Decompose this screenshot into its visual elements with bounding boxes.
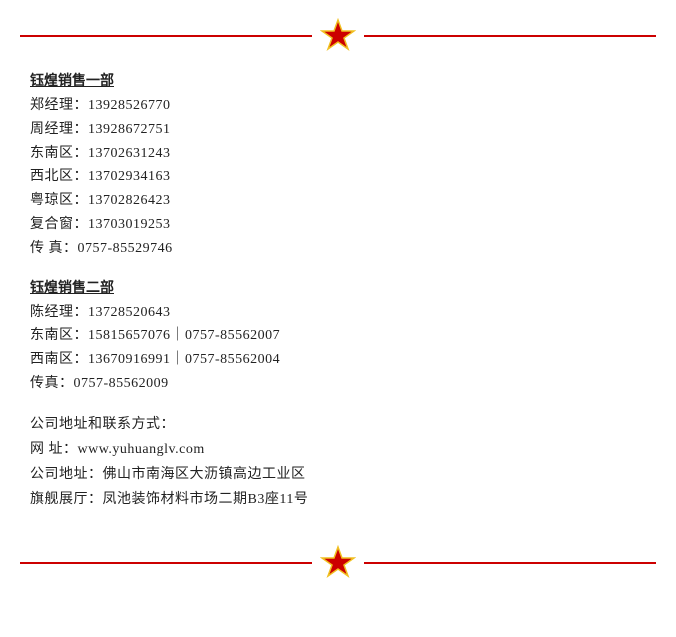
bottom-divider [0, 545, 676, 581]
dept1-line-2: 周经理：13928672751 [30, 118, 646, 142]
company-website: 网 址：www.yuhuanglv.com [30, 437, 646, 462]
dept2-line-1: 陈经理：13728520643 [30, 301, 646, 325]
company-showroom: 旗舰展厅：凤池装饰材料市场二期B3座11号 [30, 487, 646, 512]
dept2-line-2: 东南区：15815657076｜0757-85562007 [30, 324, 646, 348]
company-info-title: 公司地址和联系方式： [30, 412, 646, 437]
top-divider [0, 18, 676, 54]
bottom-star-icon [320, 545, 356, 581]
dept1-line-1: 郑经理：13928526770 [30, 94, 646, 118]
bottom-divider-line-right [364, 562, 656, 564]
top-divider-line-left [20, 35, 312, 37]
dept1-line-6: 复合窗：13703019253 [30, 213, 646, 237]
dept2-line-4: 传真：0757-85562009 [30, 372, 646, 396]
top-divider-line-right [364, 35, 656, 37]
dept1-line-4: 西北区：13702934163 [30, 165, 646, 189]
top-star-icon [320, 18, 356, 54]
dept1-line-3: 东南区：13702631243 [30, 142, 646, 166]
dept1-line-5: 粤琼区：13702826423 [30, 189, 646, 213]
bottom-divider-line-left [20, 562, 312, 564]
dept1-line-7: 传 真：0757-85529746 [30, 237, 646, 261]
company-info-section: 公司地址和联系方式： 网 址：www.yuhuanglv.com 公司地址：佛山… [30, 412, 646, 513]
department1-title: 钰煌销售一部 [30, 70, 646, 90]
department2-title: 钰煌销售二部 [30, 277, 646, 297]
dept2-line-3: 西南区：13670916991｜0757-85562004 [30, 348, 646, 372]
department2-section: 钰煌销售二部 陈经理：13728520643 东南区：15815657076｜0… [30, 277, 646, 396]
content-area: 钰煌销售一部 郑经理：13928526770 周经理：13928672751 东… [0, 62, 676, 537]
department1-section: 钰煌销售一部 郑经理：13928526770 周经理：13928672751 东… [30, 70, 646, 261]
company-address: 公司地址：佛山市南海区大沥镇高边工业区 [30, 462, 646, 487]
